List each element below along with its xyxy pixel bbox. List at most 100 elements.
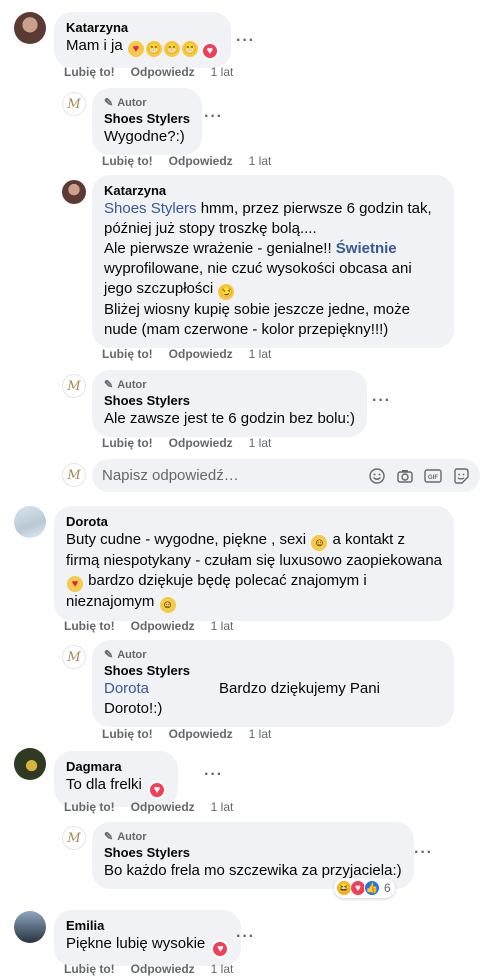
timestamp[interactable]: 1 lat xyxy=(211,961,234,976)
author-badge: ✎ Autor xyxy=(104,649,147,661)
reaction-summary[interactable]: 😆 ♥ 👍 6 xyxy=(334,878,395,898)
timestamp[interactable]: 1 lat xyxy=(249,435,272,451)
pencil-icon: ✎ xyxy=(104,831,114,843)
hashtag-link[interactable]: Świetnie xyxy=(336,240,397,257)
commenter-name[interactable]: Shoes Stylers xyxy=(104,393,355,409)
comment-actions: Lubię to! Odpowiedz 1 lat xyxy=(64,961,233,976)
reply-button[interactable]: Odpowiedz xyxy=(131,799,195,815)
timestamp[interactable]: 1 lat xyxy=(211,64,234,80)
comment-actions: Lubię to! Odpowiedz 1 lat xyxy=(102,153,271,169)
mention-link[interactable]: Shoes Stylers xyxy=(104,200,197,217)
avatar[interactable] xyxy=(62,180,86,204)
svg-text:GIF: GIF xyxy=(428,475,438,481)
like-reaction-icon: 👍 xyxy=(364,880,380,896)
more-icon[interactable]: ··· xyxy=(236,33,255,49)
heart-reaction-icon[interactable]: ♥ xyxy=(211,940,230,958)
avatar[interactable] xyxy=(14,506,46,538)
comment-text: Ale pierwsze wrażenie - genialne!! Świet… xyxy=(104,240,412,300)
pencil-icon: ✎ xyxy=(104,97,114,109)
like-button[interactable]: Lubię to! xyxy=(64,961,115,976)
blush-emoji-icon: ☺ xyxy=(159,597,176,613)
mention-link[interactable]: Dorota xyxy=(104,680,149,697)
commenter-name[interactable]: Katarzyna xyxy=(66,20,219,36)
comment-bubble: Katarzyna Mam i ja ♥ 😁 😁 😁 ♥ xyxy=(54,12,231,68)
comment-text: Bliżej wiosny kupię sobie jeszcze jedne,… xyxy=(104,301,410,338)
comment-text: Ale zawsze jest te 6 godzin bez bolu:) xyxy=(104,410,355,427)
pencil-icon: ✎ xyxy=(104,379,114,391)
reply-placeholder[interactable]: Napisz odpowiedź… xyxy=(102,467,358,484)
comment-text: To dla frelki ♥ xyxy=(66,775,167,799)
more-icon[interactable]: ··· xyxy=(236,929,255,945)
sticker-icon[interactable] xyxy=(452,467,470,485)
author-badge: ✎ Autor xyxy=(104,379,147,391)
pencil-icon: ✎ xyxy=(104,649,114,661)
like-button[interactable]: Lubię to! xyxy=(64,618,115,634)
avatar: M xyxy=(62,463,86,487)
avatar[interactable]: M xyxy=(62,92,86,116)
more-icon[interactable]: ··· xyxy=(372,393,391,409)
comment-text: Piękne lubię wysokie ♥ xyxy=(66,934,230,958)
comment-actions: Lubię to! Odpowiedz 1 lat xyxy=(64,64,233,80)
grin-emoji-icon: 😁 xyxy=(163,41,180,57)
comment-bubble: Katarzyna Shoes Stylers hmm, przez pierw… xyxy=(92,175,454,348)
commenter-name[interactable]: Emilia xyxy=(66,918,229,934)
avatar[interactable]: M xyxy=(62,645,86,669)
reply-button[interactable]: Odpowiedz xyxy=(131,64,195,80)
commenter-name[interactable]: Katarzyna xyxy=(104,183,442,199)
comment-actions: Lubię to! Odpowiedz 1 lat xyxy=(64,799,233,815)
comment-actions: Lubię to! Odpowiedz 1 lat xyxy=(102,726,271,742)
comment-bubble: ✎ Autor Shoes Stylers Dorota Bardzo dzięku… xyxy=(92,640,454,727)
reply-button[interactable]: Odpowiedz xyxy=(169,435,233,451)
avatar[interactable] xyxy=(14,748,46,780)
emoji-icon[interactable] xyxy=(368,467,386,485)
comment-actions: Lubię to! Odpowiedz 1 lat xyxy=(102,435,271,451)
commenter-name[interactable]: Dorota xyxy=(66,514,442,530)
avatar[interactable]: M xyxy=(62,374,86,398)
timestamp[interactable]: 1 lat xyxy=(211,618,234,634)
timestamp[interactable]: 1 lat xyxy=(249,153,272,169)
like-button[interactable]: Lubię to! xyxy=(64,799,115,815)
commenter-name[interactable]: Shoes Stylers xyxy=(104,663,442,679)
like-button[interactable]: Lubię to! xyxy=(102,726,153,742)
commenter-name[interactable]: Shoes Stylers xyxy=(104,845,402,861)
like-button[interactable]: Lubię to! xyxy=(102,346,153,362)
smile-emoji-icon: ☺ xyxy=(311,535,328,551)
comment-actions: Lubię to! Odpowiedz 1 lat xyxy=(102,346,271,362)
commenter-name[interactable]: Dagmara xyxy=(66,759,166,775)
timestamp[interactable]: 1 lat xyxy=(249,346,272,362)
comment-text: Shoes Stylers hmm, przez pierwsze 6 godz… xyxy=(104,200,432,237)
like-button[interactable]: Lubię to! xyxy=(64,64,115,80)
reply-button[interactable]: Odpowiedz xyxy=(169,346,233,362)
camera-icon[interactable] xyxy=(396,467,414,485)
comment-text: Buty cudne - wygodne, piękne , sexi ☺ a … xyxy=(66,531,443,613)
commenter-name[interactable]: Shoes Stylers xyxy=(104,111,190,127)
gif-icon[interactable]: GIF xyxy=(424,467,442,485)
comment-text: Mam i ja ♥ 😁 😁 😁 ♥ xyxy=(66,36,219,60)
reply-input[interactable]: Napisz odpowiedź… GIF xyxy=(92,459,480,492)
more-icon[interactable]: ··· xyxy=(414,845,433,861)
avatar[interactable] xyxy=(14,911,46,943)
author-badge: ✎ Autor xyxy=(104,831,147,843)
avatar[interactable] xyxy=(14,12,46,44)
avatar[interactable]: M xyxy=(62,826,86,850)
more-icon[interactable]: ··· xyxy=(204,109,223,125)
like-button[interactable]: Lubię to! xyxy=(102,153,153,169)
comment-bubble: ✎ Autor Shoes Stylers Wygodne?:) xyxy=(92,88,202,155)
smiling-hearts-emoji-icon: ♥ xyxy=(67,576,83,592)
heart-reaction-icon[interactable]: ♥ xyxy=(200,42,219,60)
reply-button[interactable]: Odpowiedz xyxy=(169,726,233,742)
grin-emoji-icon: 😁 xyxy=(181,41,198,57)
grin-emoji-icon: 😁 xyxy=(145,41,162,57)
like-button[interactable]: Lubię to! xyxy=(102,435,153,451)
author-badge: ✎ Autor xyxy=(104,97,147,109)
heart-reaction-icon[interactable]: ♥ xyxy=(148,781,167,799)
more-icon[interactable]: ··· xyxy=(204,767,223,783)
timestamp[interactable]: 1 lat xyxy=(249,726,272,742)
reply-button[interactable]: Odpowiedz xyxy=(131,618,195,634)
timestamp[interactable]: 1 lat xyxy=(211,799,234,815)
comment-actions: Lubię to! Odpowiedz 1 lat xyxy=(64,618,233,634)
reply-button[interactable]: Odpowiedz xyxy=(169,153,233,169)
heart-eyes-emoji-icon: ♥ xyxy=(127,41,144,57)
reply-button[interactable]: Odpowiedz xyxy=(131,961,195,976)
comment-bubble: Dorota Buty cudne - wygodne, piękne , se… xyxy=(54,506,454,621)
